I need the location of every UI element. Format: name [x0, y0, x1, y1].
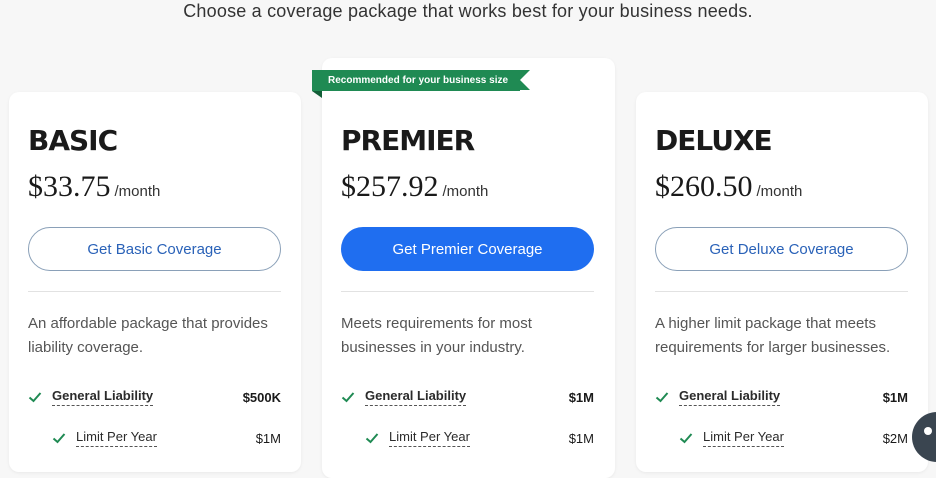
plan-price: $33.75	[28, 170, 111, 203]
checkmark-icon	[365, 433, 379, 444]
plan-name: PREMIER	[341, 124, 475, 157]
divider	[341, 291, 594, 292]
coverage-value: $2M	[882, 430, 908, 446]
plan-name: BASIC	[28, 124, 118, 157]
page-subtitle: Choose a coverage package that works bes…	[183, 1, 753, 21]
ribbon-fold	[312, 91, 322, 98]
plan-description: A higher limit package that meets requir…	[655, 315, 891, 356]
plan-description: An affordable package that provides liab…	[28, 315, 268, 356]
checkmark-icon	[28, 392, 42, 403]
recommended-ribbon: Recommended for your business size	[312, 70, 532, 98]
divider	[28, 291, 281, 292]
checkmark-icon	[655, 392, 669, 403]
plan-card-basic: BASIC $33.75 /month Get Basic Coverage A…	[9, 92, 301, 472]
coverage-value: $1M	[882, 389, 908, 405]
get-deluxe-coverage-button[interactable]: Get Deluxe Coverage	[655, 227, 908, 271]
price-row: $33.75 /month	[28, 170, 160, 204]
coverage-label[interactable]: Limit Per Year	[703, 429, 784, 447]
coverage-value: $500K	[242, 389, 281, 405]
coverage-row-limit-per-year: Limit Per Year $1M	[52, 428, 281, 448]
coverage-value: $1M	[255, 430, 281, 446]
plan-card-deluxe: DELUXE $260.50 /month Get Deluxe Coverag…	[636, 92, 928, 472]
divider	[655, 291, 908, 292]
coverage-label[interactable]: Limit Per Year	[76, 429, 157, 447]
plan-description: Meets requirements for most businesses i…	[341, 315, 532, 356]
price-row: $260.50 /month	[655, 170, 802, 204]
coverage-label[interactable]: General Liability	[679, 388, 781, 406]
plan-price: $260.50	[655, 170, 753, 203]
coverage-row-limit-per-year: Limit Per Year $2M	[679, 428, 908, 448]
plan-price: $257.92	[341, 170, 439, 203]
chat-icon	[924, 427, 932, 435]
checkmark-icon	[52, 433, 66, 444]
coverage-row-general-liability: General Liability $1M	[341, 387, 594, 407]
coverage-value: $1M	[568, 430, 594, 446]
price-period: /month	[114, 183, 161, 200]
plan-card-premier: Recommended for your business size PREMI…	[312, 58, 615, 478]
price-row: $257.92 /month	[341, 170, 488, 204]
checkmark-icon	[679, 433, 693, 444]
coverage-label[interactable]: Limit Per Year	[389, 429, 470, 447]
coverage-row-limit-per-year: Limit Per Year $1M	[365, 428, 594, 448]
price-period: /month	[756, 183, 803, 200]
get-premier-coverage-button[interactable]: Get Premier Coverage	[341, 227, 594, 271]
coverage-row-general-liability: General Liability $1M	[655, 387, 908, 407]
price-period: /month	[442, 183, 489, 200]
coverage-value: $1M	[568, 389, 594, 405]
checkmark-icon	[341, 392, 355, 403]
get-basic-coverage-button[interactable]: Get Basic Coverage	[28, 227, 281, 271]
coverage-label[interactable]: General Liability	[365, 388, 467, 406]
coverage-label[interactable]: General Liability	[52, 388, 154, 406]
plan-name: DELUXE	[655, 124, 773, 157]
ribbon-label: Recommended for your business size	[312, 70, 531, 91]
coverage-row-general-liability: General Liability $500K	[28, 387, 281, 407]
